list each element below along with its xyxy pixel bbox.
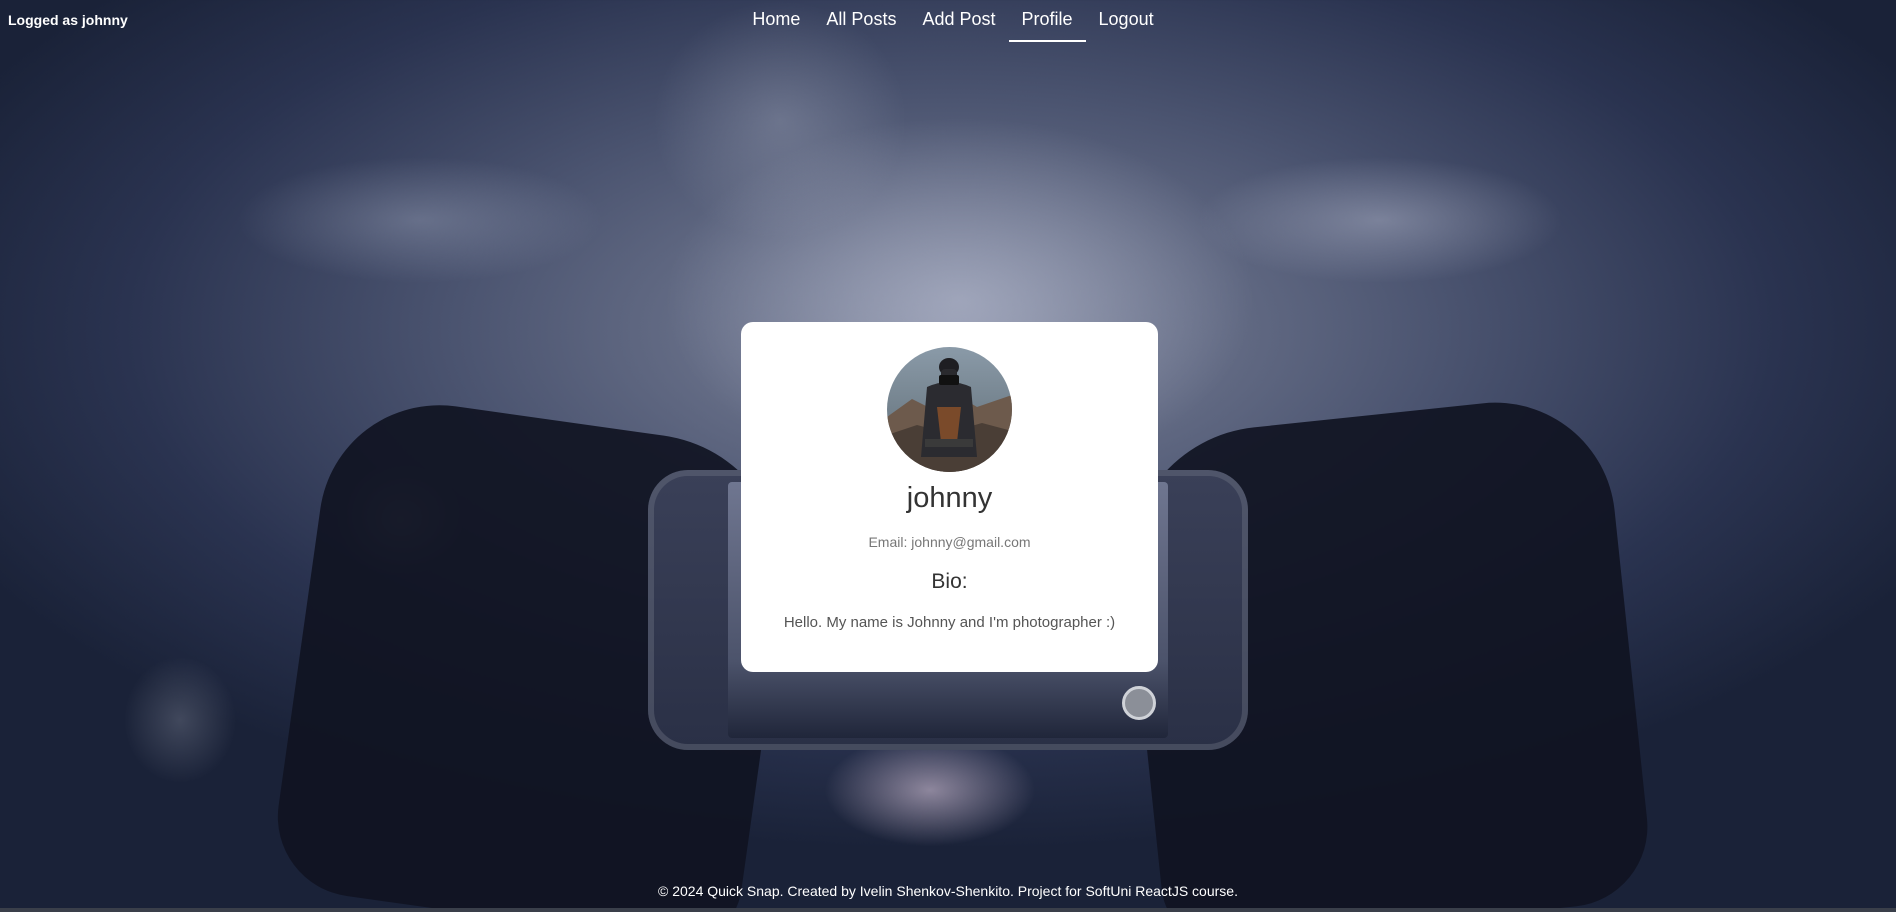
main-navigation: Home All Posts Add Post Profile Logout [0, 0, 1896, 42]
background-phone-home-button [1122, 686, 1156, 720]
profile-card: johnny Email: johnny@gmail.com Bio: Hell… [741, 322, 1158, 672]
user-avatar-photo-icon [887, 347, 1012, 472]
profile-bio-heading: Bio: [931, 570, 968, 593]
bottom-divider [0, 908, 1896, 912]
nav-profile-link[interactable]: Profile [1008, 0, 1086, 42]
nav-items: Home All Posts Add Post Profile Logout [739, 0, 1166, 42]
nav-logout-link[interactable]: Logout [1086, 0, 1167, 42]
page-footer: © 2024 Quick Snap. Created by Ivelin She… [658, 883, 1238, 899]
nav-home-link[interactable]: Home [739, 0, 813, 42]
avatar [887, 347, 1012, 472]
profile-email: Email: johnny@gmail.com [868, 534, 1031, 550]
nav-all-posts-link[interactable]: All Posts [813, 0, 909, 42]
nav-add-post-link[interactable]: Add Post [909, 0, 1008, 42]
profile-username: johnny [906, 482, 993, 514]
profile-bio-text: Hello. My name is Johnny and I'm photogr… [783, 614, 1116, 631]
